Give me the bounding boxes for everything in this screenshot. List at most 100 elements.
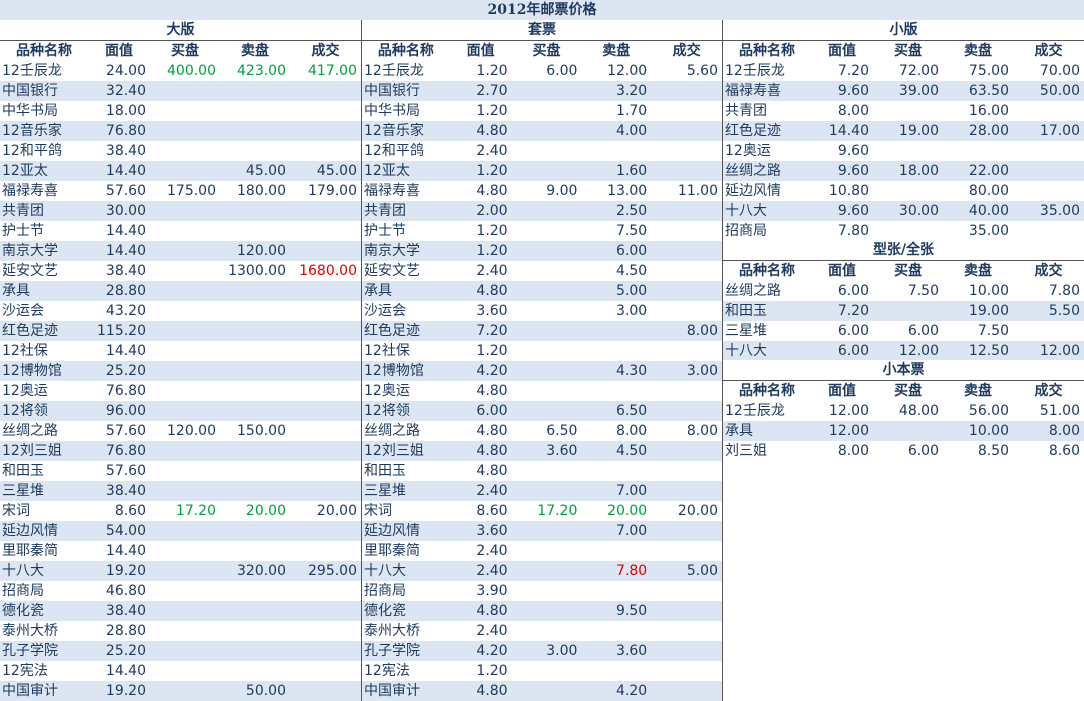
cell-ask: 80.00 xyxy=(968,183,1009,199)
cell-bid xyxy=(150,401,220,421)
cell-bid: 6.00 xyxy=(907,323,939,339)
cell-bid xyxy=(150,201,220,221)
cell-name: 12将领 xyxy=(364,403,410,419)
cell-bid xyxy=(512,201,582,221)
table-row: 12将领 96.00 xyxy=(0,401,361,421)
section-taopiao: 套票 品种名称 面值 买盘 卖盘 成交 12壬辰龙 1.20 6.00 12.00 5.60 中国银行… xyxy=(362,20,722,701)
header-row: 品种名称 面值 买盘 卖盘 成交 xyxy=(723,261,1084,281)
table-row: 南京大学 1.20 6.00 xyxy=(362,241,722,261)
section-daban: 大版 品种名称 面值 买盘 卖盘 成交 12壬辰龙 24.00 400.00 423.00 417.… xyxy=(0,20,361,701)
cell-ask: 50.00 xyxy=(245,683,286,699)
cell-ask: 1.60 xyxy=(616,163,648,179)
cell-face-value: 14.40 xyxy=(828,123,869,139)
cell-face-value: 12.00 xyxy=(828,403,869,419)
cell-name: 红色足迹 xyxy=(725,123,781,139)
cell-name: 十八大 xyxy=(725,203,767,219)
cell-bid xyxy=(873,301,943,321)
cell-name: 招商局 xyxy=(2,583,44,599)
cell-deal xyxy=(290,601,361,621)
cell-name: 和田玉 xyxy=(725,303,767,319)
table-row: 十八大 6.00 12.00 12.50 12.00 xyxy=(723,341,1084,361)
cell-bid xyxy=(150,261,220,281)
cell-bid xyxy=(150,141,220,161)
cell-face-value: 76.80 xyxy=(105,123,146,139)
cell-deal: 8.00 xyxy=(1048,423,1080,439)
divider-xiaoban-bottom xyxy=(723,260,1084,261)
cell-bid xyxy=(512,481,582,501)
cell-bid xyxy=(150,341,220,361)
cell-deal: 8.00 xyxy=(686,323,718,339)
cell-deal xyxy=(290,441,361,461)
column-header-deal: 成交 xyxy=(672,43,701,59)
cell-name: 红色足迹 xyxy=(2,323,58,339)
cell-face-value: 19.20 xyxy=(105,563,146,579)
cell-face-value: 14.40 xyxy=(105,663,146,679)
cell-deal xyxy=(290,461,361,481)
cell-name: 中国审计 xyxy=(364,683,420,699)
cell-deal: 35.00 xyxy=(1039,203,1080,219)
cell-name: 12壬辰龙 xyxy=(725,403,785,419)
cell-ask xyxy=(581,381,651,401)
cell-bid xyxy=(512,381,582,401)
cell-deal: 295.00 xyxy=(308,563,357,579)
cell-ask xyxy=(220,661,290,681)
column-header-bid: 买盘 xyxy=(894,263,922,279)
cell-ask xyxy=(220,301,290,321)
cell-deal xyxy=(651,581,722,601)
cell-bid xyxy=(150,281,220,301)
cell-face-value: 25.20 xyxy=(105,363,146,379)
cell-name: 南京大学 xyxy=(2,243,58,259)
cell-ask xyxy=(220,621,290,641)
cell-deal xyxy=(1013,181,1084,201)
cell-name: 泰州大桥 xyxy=(364,623,420,639)
table-row: 十八大 9.60 30.00 40.00 35.00 xyxy=(723,201,1084,221)
cell-ask: 22.00 xyxy=(968,163,1009,179)
cell-face-value: 57.60 xyxy=(105,423,146,439)
cell-ask: 16.00 xyxy=(968,103,1009,119)
cell-face-value: 18.00 xyxy=(105,103,146,119)
cell-face-value: 6.00 xyxy=(476,403,508,419)
cell-ask xyxy=(220,481,290,501)
cell-bid xyxy=(150,481,220,501)
cell-deal: 20.00 xyxy=(677,503,718,519)
table-row: 共青团 2.00 2.50 xyxy=(362,201,722,221)
cell-ask xyxy=(220,121,290,141)
cell-face-value: 6.00 xyxy=(837,283,869,299)
section-xiaobenpiao: 小本票 品种名称 面值 买盘 卖盘 成交 12壬辰龙 12.00 48.00 56.00 51.00… xyxy=(723,360,1084,461)
cell-bid xyxy=(150,221,220,241)
divider-xingzhang-bottom xyxy=(723,380,1084,381)
cell-name: 丝绸之路 xyxy=(725,283,781,299)
section-xingzhang: 型张/全张 品种名称 面值 买盘 卖盘 成交 丝绸之路 6.00 7.50 10.00 7.80 和田… xyxy=(723,240,1084,361)
cell-ask xyxy=(220,541,290,561)
cell-deal xyxy=(290,241,361,261)
cell-name: 丝绸之路 xyxy=(364,423,420,439)
cell-bid: 48.00 xyxy=(898,403,939,419)
table-row: 共青团 8.00 16.00 xyxy=(723,101,1084,121)
cell-deal xyxy=(1013,101,1084,121)
cell-bid xyxy=(150,101,220,121)
cell-deal xyxy=(290,301,361,321)
cell-face-value: 8.00 xyxy=(837,103,869,119)
cell-name: 12亚太 xyxy=(364,163,410,179)
cell-ask xyxy=(581,621,651,641)
cell-deal xyxy=(290,481,361,501)
cell-face-value: 4.80 xyxy=(476,183,508,199)
cell-face-value: 8.00 xyxy=(837,443,869,459)
table-row: 共青团 30.00 xyxy=(0,201,361,221)
cell-face-value: 2.00 xyxy=(476,203,508,219)
cell-name: 中华书局 xyxy=(2,103,58,119)
cell-deal xyxy=(651,481,722,501)
cell-name: 中国审计 xyxy=(2,683,58,699)
cell-deal: 8.60 xyxy=(1048,443,1080,459)
cell-bid: 30.00 xyxy=(898,203,939,219)
cell-face-value: 9.60 xyxy=(837,143,869,159)
cell-face-value: 1.20 xyxy=(476,63,508,79)
column-header-bid: 买盘 xyxy=(894,43,922,59)
column-header-face-value: 面值 xyxy=(828,43,856,59)
cell-deal xyxy=(290,621,361,641)
cell-bid xyxy=(150,441,220,461)
cell-face-value: 1.20 xyxy=(476,663,508,679)
table-row: 延安文艺 2.40 4.50 xyxy=(362,261,722,281)
cell-name: 延安文艺 xyxy=(364,263,420,279)
column-header-name: 品种名称 xyxy=(739,263,795,279)
